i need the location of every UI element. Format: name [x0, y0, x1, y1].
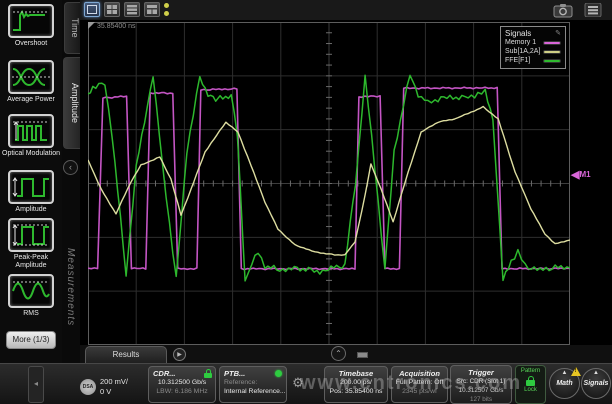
view-tabstrip: Time Amplitude ‹ Measurements	[62, 0, 80, 363]
pattern-lock-icon	[526, 376, 535, 386]
results-play-button[interactable]: ▶	[173, 348, 186, 361]
hamburger-menu-icon	[584, 3, 602, 17]
signals-button[interactable]: ▲ Signals	[581, 368, 611, 399]
measurement-label: Overshoot	[0, 40, 62, 48]
cdr-lock-icon	[204, 369, 212, 378]
amplitude-icon	[11, 173, 51, 201]
results-tab[interactable]: Results	[85, 346, 167, 363]
drawer-handle[interactable]: ◂	[28, 366, 44, 403]
layout-single-button[interactable]	[84, 2, 100, 17]
optical-modulation-button[interactable]	[8, 114, 54, 148]
ptb-box[interactable]: PTB... Reference: Internal Reference...	[219, 366, 287, 403]
legend-entry-memory1[interactable]: Memory 1	[505, 38, 561, 47]
plot-corner-flag	[88, 22, 95, 29]
measurement-label: Average Power	[0, 96, 62, 104]
overshoot-icon	[11, 7, 51, 35]
status-dot-bottom	[164, 11, 169, 16]
settings-gear-button[interactable]: ⚙	[289, 374, 307, 392]
status-bar: ◂ DSA 200 mV/ 0 V CDR... 10.312500 Gb/s …	[0, 363, 612, 404]
oscilloscope-app: Overshoot Average Power Optical Modulati…	[0, 0, 612, 404]
optical-modulation-icon	[11, 117, 51, 145]
tab-amplitude[interactable]: Amplitude	[63, 57, 80, 149]
layout-grid-button[interactable]	[144, 2, 160, 17]
rms-icon	[11, 277, 51, 305]
pattern-lock-button[interactable]: Pattern Lock	[515, 365, 546, 404]
timebase-box[interactable]: Timebase 200.00 ps/ Pos: 35.85400 ns	[324, 366, 388, 403]
channel-offset[interactable]: 0 V	[100, 387, 111, 396]
results-bar: Results ▶ ⌃	[80, 345, 612, 363]
overshoot-button[interactable]	[8, 4, 54, 38]
measurement-label: Peak-Peak Amplitude	[0, 254, 62, 270]
screenshot-button[interactable]	[552, 2, 574, 18]
math-warning-icon	[571, 367, 581, 376]
cdr-box[interactable]: CDR... 10.312500 Gb/s LBW: 6.186 MHz	[148, 366, 216, 403]
channel-badge: DSA	[80, 379, 96, 395]
waveform-plot: 35.85400 ns ✎ Signals Memory 1 Sub[1A,2A…	[88, 22, 570, 345]
legend-title: ✎ Signals	[505, 29, 561, 38]
legend-entry-sub[interactable]: Sub[1A,2A]	[505, 47, 561, 56]
acquisition-box[interactable]: Acquisition Full Pattern: Off 2345 pts/w…	[391, 366, 448, 403]
sub-color-swatch	[543, 50, 561, 54]
ffe-color-swatch	[543, 59, 561, 63]
more-measurements-button[interactable]: More (1/3)	[6, 331, 56, 349]
top-toolbar	[80, 0, 612, 20]
peak-peak-amplitude-button[interactable]	[8, 218, 54, 252]
ptb-status-led	[275, 370, 282, 377]
amplitude-button[interactable]	[8, 170, 54, 204]
tab-time[interactable]: Time	[64, 2, 80, 54]
layout-rows-button[interactable]	[124, 2, 140, 17]
main-menu-button[interactable]	[584, 3, 602, 17]
memory1-color-swatch	[543, 41, 561, 45]
camera-icon	[552, 2, 574, 18]
rows-view-icon	[125, 3, 139, 16]
trigger-box[interactable]: Trigger Src: CDR (Slot 1) 10.312507 Gb/s…	[450, 365, 512, 404]
chevron-up-icon: ▲	[582, 369, 610, 377]
waveform-traces-layer	[88, 22, 570, 345]
average-power-button[interactable]	[8, 60, 54, 94]
measurement-label: Amplitude	[0, 206, 62, 214]
collapse-results-button[interactable]: ⌃	[331, 346, 346, 361]
timebase-position-readout: 35.85400 ns	[97, 23, 136, 30]
peak-peak-icon	[11, 221, 51, 249]
marker-m1[interactable]: ◀M1	[571, 168, 591, 181]
legend-pin-icon[interactable]: ✎	[555, 29, 561, 37]
collapse-sidebar-button[interactable]: ‹	[63, 160, 78, 175]
legend-entry-ffe[interactable]: FFE[F1]	[505, 56, 561, 65]
measurements-sidebar: Overshoot Average Power Optical Modulati…	[0, 0, 62, 363]
channel-scale[interactable]: 200 mV/	[100, 377, 128, 386]
minimize-panel-button[interactable]	[357, 352, 368, 358]
quad-view-icon	[105, 3, 119, 16]
rms-button[interactable]	[8, 274, 54, 308]
measurement-label: RMS	[0, 310, 62, 318]
waveform-display-region: 35.85400 ns ✎ Signals Memory 1 Sub[1A,2A…	[80, 20, 612, 345]
layout-quad-button[interactable]	[104, 2, 120, 17]
single-view-icon	[85, 3, 99, 16]
grid-view-icon	[145, 3, 159, 16]
trace-memory-1	[88, 87, 570, 269]
signals-legend[interactable]: ✎ Signals Memory 1 Sub[1A,2A] FFE[F1]	[500, 26, 566, 69]
math-button[interactable]: ▲ Math	[549, 368, 580, 399]
measurement-label: Optical Modulation	[0, 150, 62, 158]
status-dot-top	[164, 3, 169, 8]
measurements-panel-label: Measurements	[65, 248, 76, 326]
eye-diagram-icon	[11, 63, 51, 91]
